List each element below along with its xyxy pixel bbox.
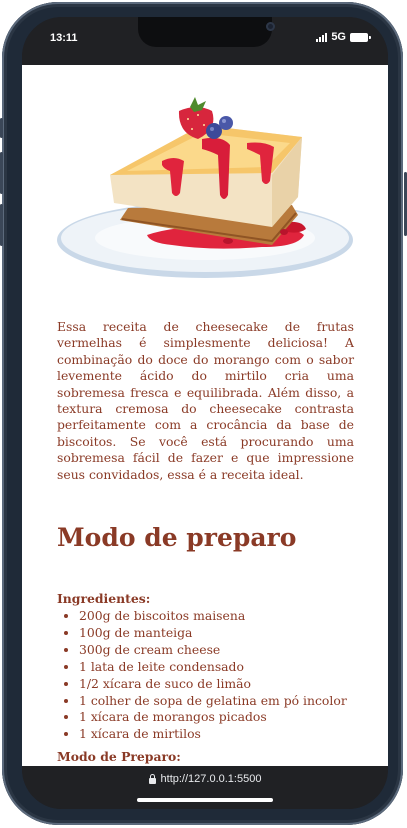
silent-switch (0, 118, 3, 138)
section-title: Modo de preparo (57, 523, 297, 552)
ingredients-heading: Ingredientes: (57, 591, 151, 606)
url-text[interactable]: http://127.0.0.1:5500 (161, 773, 262, 785)
address-bar[interactable]: http://127.0.0.1:5500 (22, 773, 388, 785)
status-bar: 13:11 5G (22, 17, 388, 65)
list-item: 1 xícara de morangos picados (79, 709, 347, 726)
status-indicators: 5G (316, 31, 371, 43)
page-content[interactable]: Essa receita de cheesecake de frutas ver… (22, 65, 388, 766)
phone-screen: 13:11 5G Essa receita de cheesecake de f… (22, 17, 388, 809)
network-label: 5G (331, 31, 346, 43)
list-item: 1 lata de leite condensado (79, 659, 347, 676)
recipe-intro: Essa receita de cheesecake de frutas ver… (57, 319, 354, 482)
list-item: 1/2 xícara de suco de limão (79, 676, 347, 693)
volume-up-button (0, 152, 3, 194)
lock-icon (148, 773, 156, 784)
list-item: 1 colher de sopa de gelatina em pó incol… (79, 693, 347, 710)
front-camera-icon (266, 22, 275, 31)
list-item: 100g de manteiga (79, 625, 347, 642)
signal-icon (316, 32, 328, 42)
list-item: 200g de biscoitos maisena (79, 608, 347, 625)
cheesecake-slice-image (57, 97, 353, 278)
list-item: 1 xícara de mirtilos (79, 726, 347, 743)
list-item: 300g de cream cheese (79, 642, 347, 659)
prep-heading: Modo de Preparo: (57, 749, 181, 764)
status-time: 13:11 (50, 32, 78, 44)
notch (138, 17, 275, 47)
home-indicator[interactable] (137, 798, 273, 802)
browser-bottom-bar: http://127.0.0.1:5500 (22, 766, 388, 809)
ingredients-list: 200g de biscoitos maisena 100g de mantei… (57, 608, 347, 743)
battery-icon (350, 32, 371, 42)
volume-down-button (0, 204, 3, 246)
